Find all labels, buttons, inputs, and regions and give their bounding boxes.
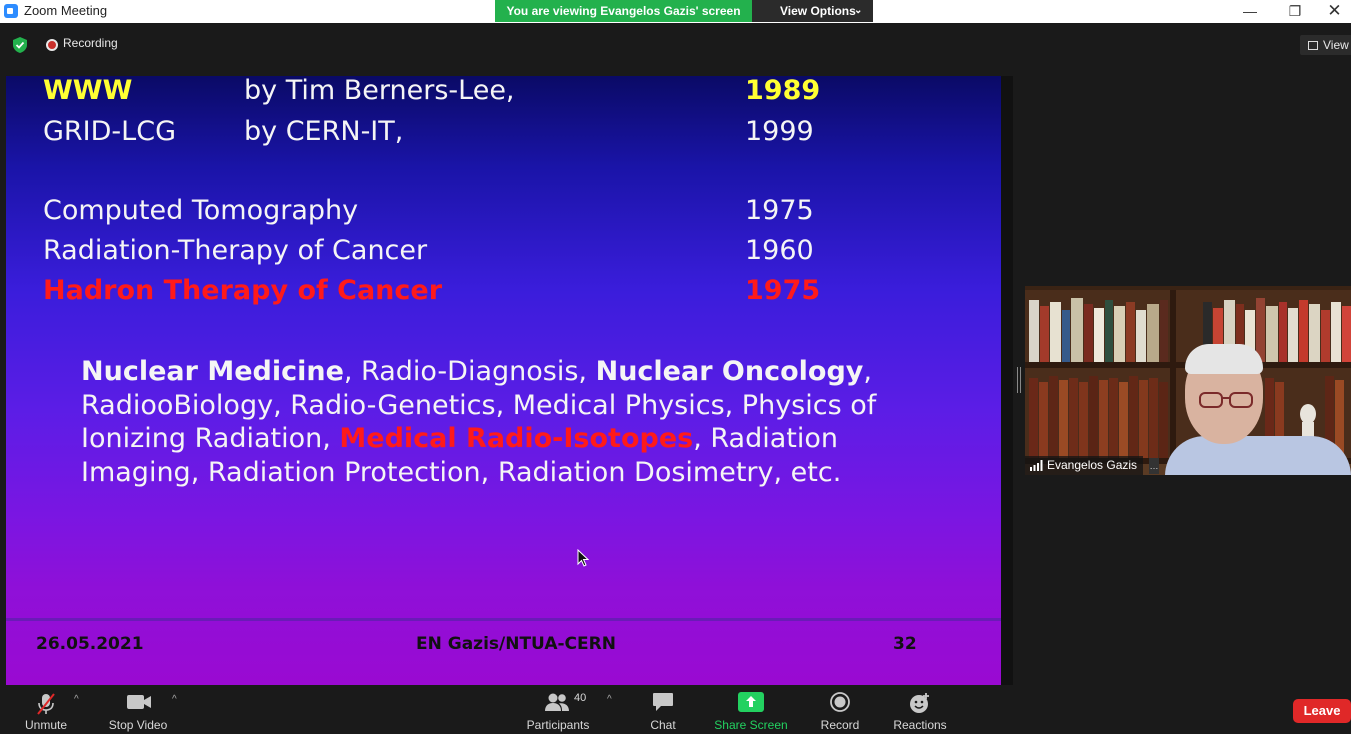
shield-check-icon[interactable] xyxy=(13,37,27,53)
screen-share-banner: You are viewing Evangelos Gazis' screen xyxy=(495,0,752,22)
view-options-label: View Options xyxy=(780,4,856,18)
slide-row-year: 1999 xyxy=(745,116,814,147)
participant-video-tile[interactable] xyxy=(1025,286,1351,475)
stop-video-label: Stop Video xyxy=(108,718,168,732)
close-button[interactable]: ✕ xyxy=(1318,0,1351,23)
window-title: Zoom Meeting xyxy=(24,3,108,18)
chat-label: Chat xyxy=(650,718,676,732)
slide-footer-page: 32 xyxy=(893,634,917,654)
chat-button[interactable]: Chat xyxy=(643,686,683,734)
video-options-caret[interactable]: ^ xyxy=(172,694,177,705)
para-red-term: Medical Radio-Isotopes xyxy=(339,423,694,454)
para-line: Nuclear Medicine, Radio-Diagnosis, Nucle… xyxy=(81,355,941,389)
slide-row-by: by Tim Berners-Lee, xyxy=(244,76,515,106)
slide-row-name: Computed Tomography xyxy=(43,195,359,226)
view-options-button[interactable]: View Options ⌄ xyxy=(752,0,873,22)
recording-label[interactable]: Recording xyxy=(63,36,118,50)
slide-footer-author: EN Gazis/NTUA-CERN xyxy=(416,634,616,654)
record-button[interactable]: Record xyxy=(815,686,865,734)
zoom-app-icon xyxy=(4,4,18,18)
slide-paragraph: Nuclear Medicine, Radio-Diagnosis, Nucle… xyxy=(81,355,941,489)
reactions-button[interactable]: Reactions xyxy=(889,686,951,734)
slide-row-year: 1975 xyxy=(745,195,814,226)
slide-row-name: WWW xyxy=(43,76,133,106)
chat-icon xyxy=(653,693,673,711)
para-bold-term: Nuclear Medicine xyxy=(81,356,344,387)
participants-options-caret[interactable]: ^ xyxy=(607,694,612,705)
share-screen-label: Share Screen xyxy=(714,718,788,732)
participants-label: Participants xyxy=(526,718,590,732)
share-screen-icon xyxy=(738,692,764,712)
participant-more-button[interactable]: … xyxy=(1149,458,1159,474)
unmute-label: Unmute xyxy=(24,718,68,732)
para-line: RadiooBiology, Radio-Genetics, Medical P… xyxy=(81,389,877,421)
microphone-muted-icon xyxy=(37,693,55,715)
slide-row-year: 1960 xyxy=(745,235,814,266)
para-text: , Radiation xyxy=(693,423,839,454)
record-label: Record xyxy=(820,718,860,732)
slide-row-year: 1975 xyxy=(745,275,821,306)
shared-screen-slide: WWW by Tim Berners-Lee, 1989 GRID-LCG by… xyxy=(6,76,1001,685)
para-line: Imaging, Radiation Protection, Radiation… xyxy=(81,456,842,488)
stop-video-button[interactable]: Stop Video xyxy=(104,686,172,734)
para-text: , xyxy=(863,356,872,387)
mouse-cursor-icon xyxy=(577,549,589,567)
participant-name-plate: Evangelos Gazis xyxy=(1025,456,1144,475)
para-line: Ionizing Radiation, Medical Radio-Isotop… xyxy=(81,422,941,456)
participant-body xyxy=(1165,436,1351,475)
participants-button[interactable]: 40 Participants xyxy=(524,686,592,734)
para-text: Ionizing Radiation, xyxy=(81,423,340,454)
para-bold-term: Nuclear Oncology xyxy=(595,356,864,387)
panel-resize-handle[interactable] xyxy=(1017,367,1021,393)
minimize-button[interactable]: — xyxy=(1227,0,1273,23)
leave-button[interactable]: Leave xyxy=(1293,699,1351,723)
chevron-down-icon: ⌄ xyxy=(854,5,863,16)
slide-row-name: Radiation-Therapy of Cancer xyxy=(43,235,428,266)
reactions-label: Reactions xyxy=(893,718,947,732)
participant-hair xyxy=(1185,344,1263,374)
share-screen-button[interactable]: Share Screen xyxy=(712,686,790,734)
video-camera-icon xyxy=(127,695,151,709)
slide-footer-date: 26.05.2021 xyxy=(36,634,144,654)
recording-icon xyxy=(46,39,58,51)
record-icon xyxy=(830,692,850,712)
slide-footer-divider xyxy=(6,618,1001,621)
reactions-icon xyxy=(910,693,929,713)
restore-button[interactable]: ❐ xyxy=(1272,0,1318,23)
slide-row-by: by CERN-IT, xyxy=(244,116,404,147)
participant-count: 40 xyxy=(574,692,587,704)
title-bar: Zoom Meeting You are viewing Evangelos G… xyxy=(0,0,1351,23)
para-text: , Radio-Diagnosis, xyxy=(343,356,596,387)
glasses xyxy=(1199,392,1253,408)
participant-name: Evangelos Gazis xyxy=(1047,458,1138,472)
view-button[interactable]: View xyxy=(1300,35,1351,55)
participants-icon xyxy=(545,693,569,711)
share-area-edge xyxy=(1001,76,1013,685)
meeting-info-bar: Recording View xyxy=(0,23,1351,73)
audio-options-caret[interactable]: ^ xyxy=(74,694,79,705)
view-button-label: View xyxy=(1323,38,1349,52)
slide-row-name: Hadron Therapy of Cancer xyxy=(43,275,443,306)
grid-view-icon xyxy=(1308,41,1318,50)
signal-strength-icon xyxy=(1030,460,1043,471)
slide-row-year: 1989 xyxy=(745,76,821,106)
meeting-toolbar: Unmute ^ Stop Video ^ 40 Participants ^ … xyxy=(0,686,1351,734)
slide-row-name: GRID-LCG xyxy=(43,116,176,147)
unmute-button[interactable]: Unmute xyxy=(20,686,72,734)
